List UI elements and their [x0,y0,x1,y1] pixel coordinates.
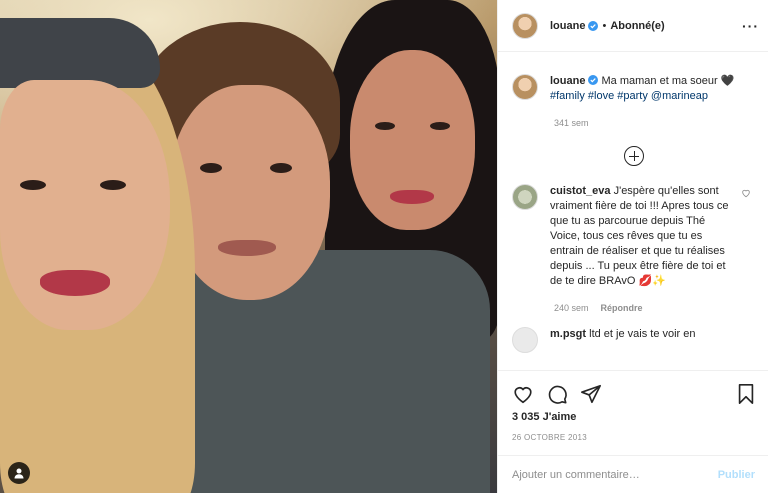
comment-body: ltd et je vais te voir en [589,328,696,340]
photo-eye [20,180,46,190]
add-comment-bar: Publier [498,455,768,493]
comment-item: cuistot_eva J'espère qu'elles sont vraim… [512,184,755,289]
comment-icon[interactable] [546,383,568,405]
post-sidebar: louane • Abonné(e) ··· louane Ma maman e… [497,0,768,493]
heart-icon[interactable] [741,188,751,198]
bookmark-icon[interactable] [735,383,757,405]
author-username[interactable]: louane [550,20,585,32]
comment-input[interactable] [512,469,718,481]
comment-username[interactable]: cuistot_eva [550,185,611,197]
photo-eye [270,163,292,173]
comments-list[interactable]: louane Ma maman et ma soeur 🖤 #family #l… [498,52,768,370]
comment-username[interactable]: m.psgt [550,328,586,340]
publish-button[interactable]: Publier [718,469,755,481]
share-icon[interactable] [580,383,602,405]
post-caption: louane Ma maman et ma soeur 🖤 #family #l… [512,74,755,104]
photo-eye [375,122,395,130]
hashtag-link[interactable]: #party [617,90,648,102]
follow-status-button[interactable]: Abonné(e) [610,20,664,32]
comment-body: J'espère qu'elles sont vraiment fière de… [550,185,729,287]
heart-icon[interactable] [512,383,534,405]
post-date[interactable]: 26 OCTOBRE 2013 [512,433,587,442]
photo-figure-right-face [350,50,475,230]
hashtag-link[interactable]: #love [588,90,614,102]
photo-eye [430,122,450,130]
mention-link[interactable]: @marineap [651,90,708,102]
verified-icon [588,75,599,85]
caption-text: louane Ma maman et ma soeur 🖤 #family #l… [550,74,734,104]
caption-body: Ma maman et ma soeur 🖤 [601,75,735,87]
action-icons [512,383,602,405]
avatar[interactable] [512,327,538,353]
comment-item: m.psgt ltd et je vais te voir en [512,327,755,353]
photo-beanie [0,18,160,88]
avatar[interactable] [512,184,538,210]
photo-mouth [40,270,110,296]
photo-mouth [390,190,434,204]
photo-eye [100,180,126,190]
comment-meta: 240 sem Répondre [554,303,755,313]
caption-username[interactable]: louane [550,75,585,87]
header-separator: • [602,19,607,32]
comment-text: cuistot_eva J'espère qu'elles sont vraim… [550,184,735,289]
caption-time[interactable]: 341 sem [554,118,755,128]
avatar[interactable] [512,74,538,100]
avatar[interactable] [512,12,538,39]
post-photo[interactable] [0,0,497,493]
comment-text: m.psgt ltd et je vais te voir en [550,327,696,353]
reply-button[interactable]: Répondre [601,303,643,313]
post-header: louane • Abonné(e) ··· [498,0,768,52]
likes-count[interactable]: 3 035 J'aime [512,411,576,423]
user-tag-icon[interactable] [8,462,30,484]
plus-circle-icon[interactable] [623,146,644,166]
photo-sweater [150,250,490,493]
ellipsis-icon[interactable]: ··· [742,18,759,34]
verified-icon [588,20,599,31]
hashtag-link[interactable]: #family [550,90,585,102]
photo-mouth [218,240,276,256]
photo-figure-left-face [0,80,170,330]
post-actions: 3 035 J'aime 26 OCTOBRE 2013 Publier [498,370,768,493]
comment-time[interactable]: 240 sem [554,303,589,313]
photo-eye [200,163,222,173]
